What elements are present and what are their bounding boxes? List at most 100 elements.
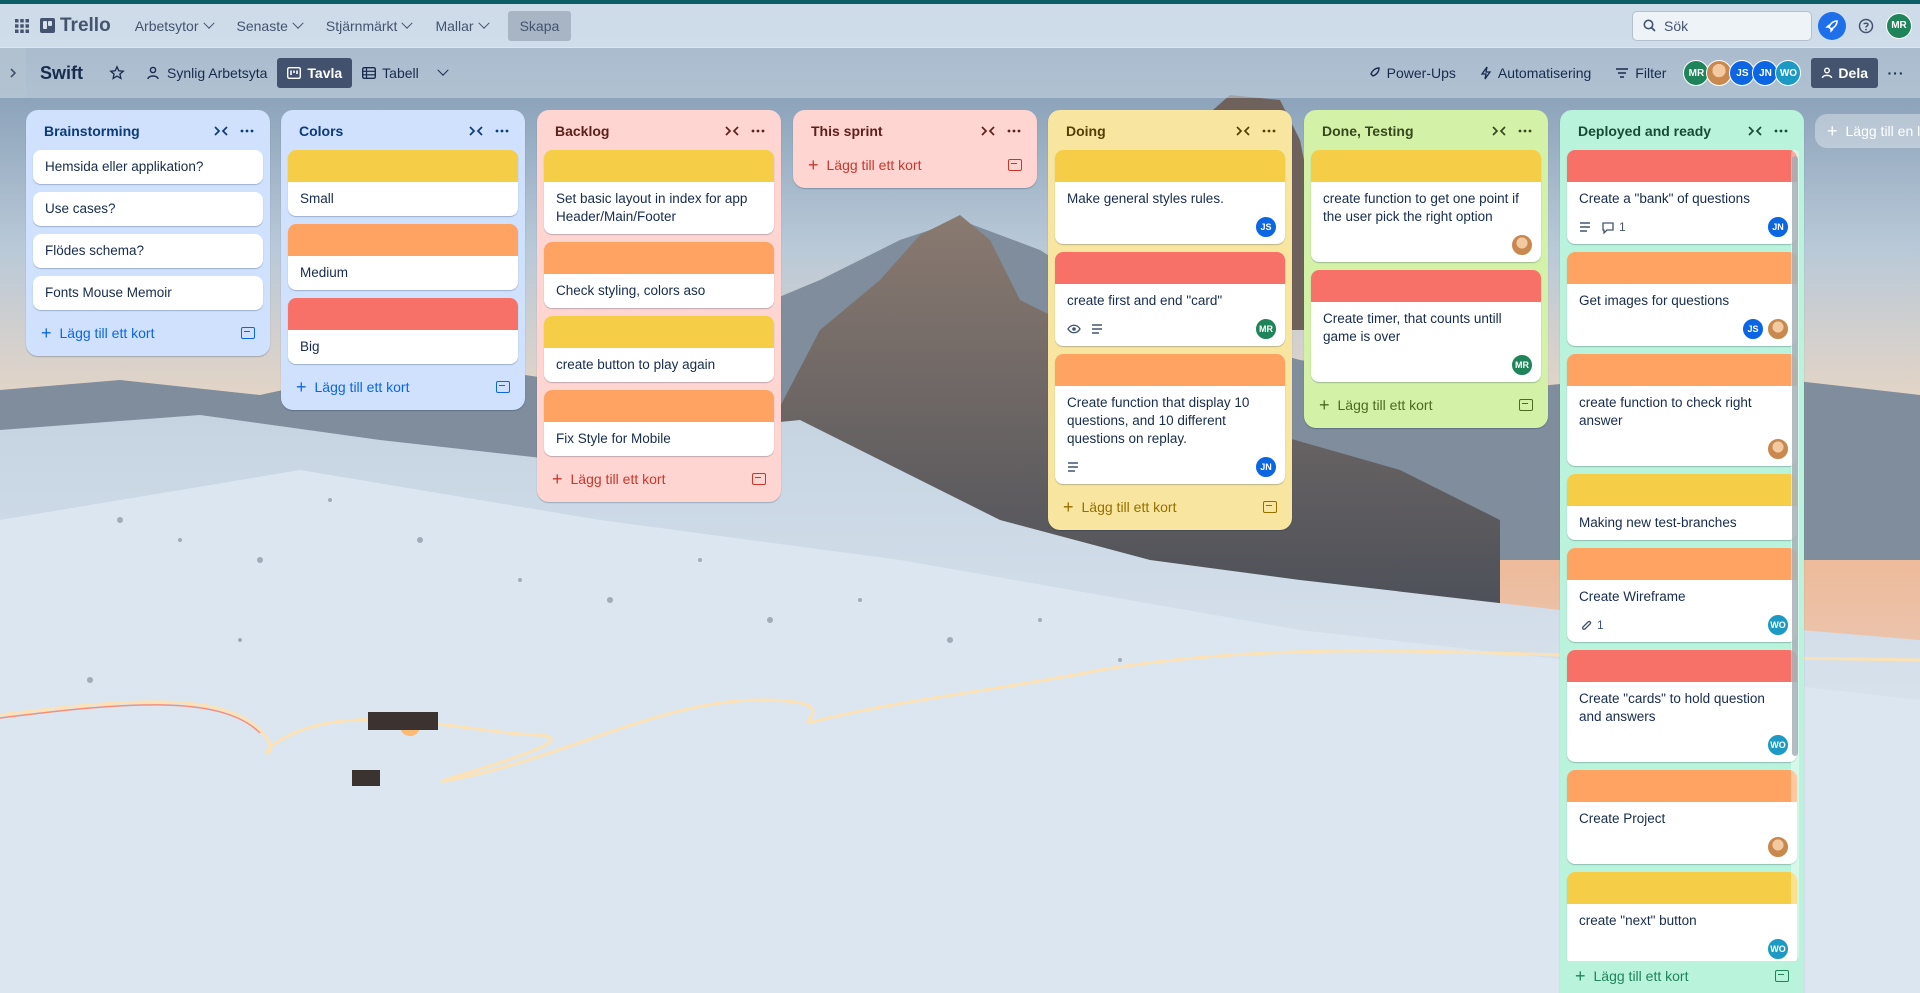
member-avatar[interactable]: MR [1511,354,1533,376]
search-input[interactable]: Sök [1632,10,1812,41]
list-title[interactable]: Doing [1066,123,1229,139]
share-button[interactable]: Dela [1811,58,1878,88]
board-menu-button[interactable]: ··· [1882,59,1910,87]
card[interactable]: Create function that display 10 question… [1055,354,1285,484]
card[interactable]: create "next" button WO [1567,872,1797,966]
card[interactable]: create button to play again [544,316,774,382]
card[interactable]: Get images for questions JS [1567,252,1797,346]
list-title[interactable]: Brainstorming [44,123,207,139]
powerups-button[interactable]: Power-Ups [1357,58,1466,88]
list-title[interactable]: Deployed and ready [1578,123,1741,139]
list-scrollbar[interactable] [1791,150,1799,960]
menu-starred[interactable]: Stjärnmärkt [314,10,424,42]
list-menu-button[interactable] [1513,119,1537,143]
add-card-button[interactable]: + Lägg till ett kort [1311,390,1541,420]
add-card-button[interactable]: + Lägg till ett kort [800,150,1030,180]
notifications-button[interactable] [1818,11,1846,40]
list-menu-button[interactable] [1002,119,1026,143]
member-avatar[interactable]: JS [1255,216,1277,238]
add-card-button[interactable]: + Lägg till ett kort [544,464,774,494]
member-avatar[interactable]: WO [1767,734,1789,756]
card[interactable]: Set basic layout in index for app Header… [544,150,774,234]
list-menu-button[interactable] [490,119,514,143]
member-avatar[interactable]: WO [1775,60,1802,86]
board-title[interactable]: Swift [36,63,87,84]
member-avatar[interactable]: WO [1767,614,1789,636]
scrollbar-thumb[interactable] [1792,156,1798,756]
member-avatar[interactable]: JS [1742,318,1764,340]
list-header[interactable]: Deployed and ready [1567,116,1797,146]
view-tab-table[interactable]: Tabell [352,58,429,88]
collapse-list-button[interactable] [1743,119,1767,143]
automation-button[interactable]: Automatisering [1470,58,1601,88]
member-avatar[interactable]: JN [1255,456,1277,478]
collapse-list-button[interactable] [976,119,1000,143]
user-avatar[interactable]: MR [1886,12,1912,39]
visibility-button[interactable]: Synlig Arbetsyta [135,58,277,88]
list-menu-button[interactable] [1257,119,1281,143]
collapse-list-button[interactable] [1487,119,1511,143]
card-template-icon[interactable] [241,327,255,339]
member-avatar[interactable]: MR [1255,318,1277,340]
card[interactable]: Create "cards" to hold question and answ… [1567,650,1797,762]
card-template-icon[interactable] [752,473,766,485]
card[interactable]: Small [288,150,518,216]
collapse-list-button[interactable] [209,119,233,143]
list-header[interactable]: Done, Testing [1311,116,1541,146]
trello-logo[interactable]: Trello [40,15,111,37]
card[interactable]: create function to check right answer [1567,354,1797,466]
menu-recent[interactable]: Senaste [225,10,314,42]
card[interactable]: Medium [288,224,518,290]
list-title[interactable]: Backlog [555,123,718,139]
filter-button[interactable]: Filter [1605,58,1676,88]
apps-grid-icon[interactable] [8,12,36,40]
view-tab-board[interactable]: Tavla [277,58,353,88]
list-menu-button[interactable] [235,119,259,143]
card[interactable]: Create timer, that counts untill game is… [1311,270,1541,382]
card[interactable]: Create Wireframe 1 WO [1567,548,1797,642]
card-template-icon[interactable] [1263,501,1277,513]
add-card-button[interactable]: + Lägg till ett kort [288,372,518,402]
card-template-icon[interactable] [496,381,510,393]
collapse-list-button[interactable] [464,119,488,143]
card[interactable]: Flödes schema? [33,234,263,268]
list-title[interactable]: Done, Testing [1322,123,1485,139]
sidebar-expand-button[interactable] [0,48,26,98]
help-button[interactable] [1852,12,1880,40]
star-board-button[interactable] [99,58,135,88]
card[interactable]: Use cases? [33,192,263,226]
list-menu-button[interactable] [746,119,770,143]
card[interactable]: Create a "bank" of questions 1 JN [1567,150,1797,244]
card[interactable]: Check styling, colors aso [544,242,774,308]
create-button[interactable]: Skapa [507,10,572,41]
list-title[interactable]: Colors [299,123,462,139]
card[interactable]: Big [288,298,518,364]
menu-templates[interactable]: Mallar [423,10,499,42]
card-template-icon[interactable] [1008,159,1022,171]
card[interactable]: Fix Style for Mobile [544,390,774,456]
member-avatar-photo[interactable] [1767,438,1789,460]
member-avatar-photo[interactable] [1767,836,1789,858]
list-title[interactable]: This sprint [811,123,974,139]
list-header[interactable]: Backlog [544,116,774,146]
card[interactable]: Fonts Mouse Memoir [33,276,263,310]
add-list-button[interactable]: + Lägg till en li [1815,114,1920,148]
card[interactable]: Make general styles rules. JS [1055,150,1285,244]
card[interactable]: Making new test-branches [1567,474,1797,540]
more-views-button[interactable] [429,58,457,88]
card[interactable]: Create Project [1567,770,1797,864]
member-avatar-photo[interactable] [1511,234,1533,256]
menu-workspaces[interactable]: Arbetsytor [123,10,225,42]
collapse-list-button[interactable] [1231,119,1255,143]
list-header[interactable]: Brainstorming [33,116,263,146]
add-card-button[interactable]: + Lägg till ett kort [1567,961,1797,991]
collapse-list-button[interactable] [720,119,744,143]
card[interactable]: create function to get one point if the … [1311,150,1541,262]
card[interactable]: Hemsida eller applikation? [33,150,263,184]
member-avatar[interactable]: JN [1767,216,1789,238]
list-header[interactable]: Colors [288,116,518,146]
card[interactable]: create first and end "card" MR [1055,252,1285,346]
add-card-button[interactable]: + Lägg till ett kort [1055,492,1285,522]
list-menu-button[interactable] [1769,119,1793,143]
add-card-button[interactable]: + Lägg till ett kort [33,318,263,348]
